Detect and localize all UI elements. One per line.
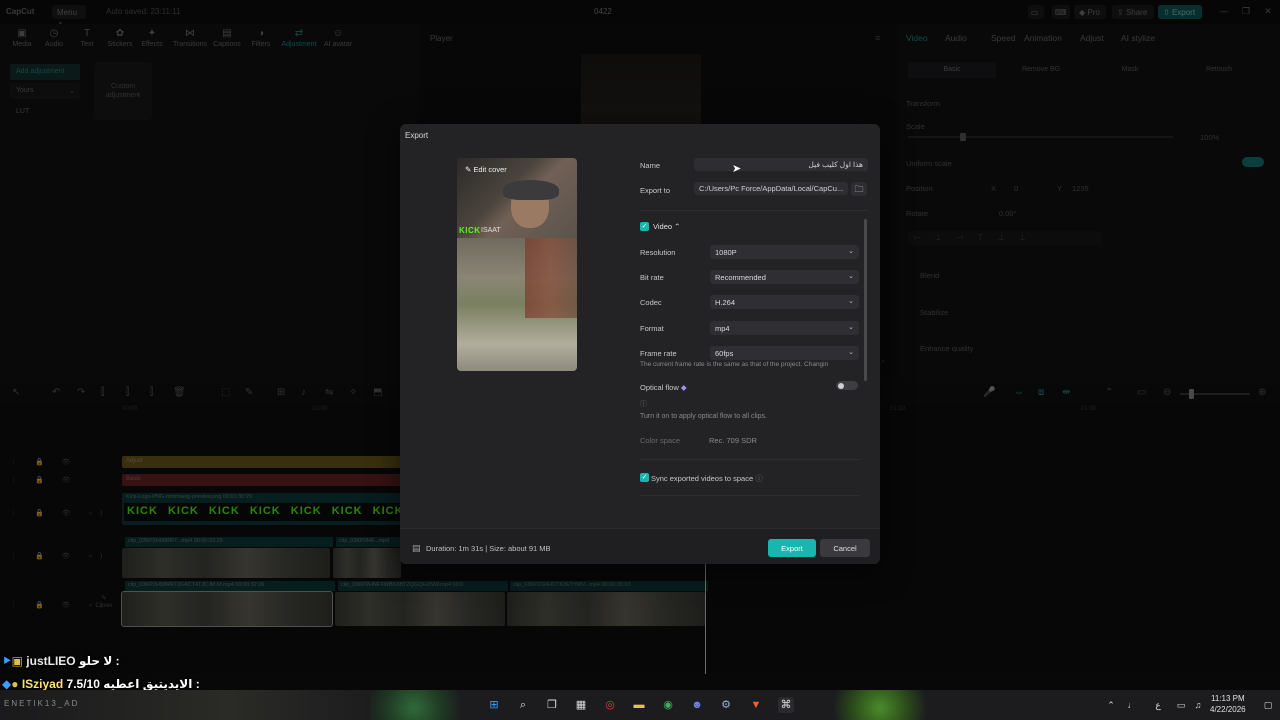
dialog-footer: ▤ Duration: 1m 31s | Size: about 91 MB E…: [400, 528, 880, 564]
divider: [640, 210, 868, 211]
chevron-down-icon: ⌄: [848, 248, 854, 255]
background-gameplay: [820, 690, 940, 720]
edit-cover-button[interactable]: ✎ Edit cover: [465, 165, 507, 174]
framerate-label: Frame rate: [640, 349, 677, 358]
film-icon: ▤: [412, 543, 421, 553]
cover-headset: [503, 180, 559, 200]
resolution-value: 1080P: [715, 248, 737, 257]
search-icon[interactable]: ⌕: [515, 697, 531, 713]
cover-wall: [525, 238, 577, 318]
sync-text: Sync exported videos to space: [651, 474, 754, 483]
sync-label: Sync exported videos to space ⓘ: [651, 473, 763, 484]
badge-icon: ●: [11, 677, 19, 691]
cancel-button[interactable]: Cancel: [820, 539, 870, 557]
export-to-label: Export to: [640, 186, 671, 195]
volume-icon[interactable]: ♫: [1190, 697, 1206, 713]
format-label: Format: [640, 324, 664, 333]
framerate-select[interactable]: 60fps ⌄: [710, 346, 859, 360]
help-icon[interactable]: ⓘ: [755, 474, 763, 483]
discord-icon[interactable]: ☻: [689, 697, 705, 713]
mouse-cursor-icon: ➤: [732, 163, 742, 175]
optical-flow-note: Turn it on to apply optical flow to all …: [640, 413, 767, 420]
chat-message: ◆● ISziyad الايديتيق اعطيه 7.5/10 :: [2, 677, 200, 691]
chat-username: justLIEO: [26, 654, 76, 668]
diamond-icon: ◆: [680, 383, 687, 392]
format-select[interactable]: mp4 ⌄: [710, 321, 859, 335]
chat-text: الايديتيق اعطيه 7.5/10 :: [66, 677, 200, 691]
optical-flow-text: Optical flow: [640, 383, 679, 392]
folder-icon[interactable]: 🗀: [851, 182, 867, 196]
steam-icon[interactable]: ⚙: [718, 697, 734, 713]
codec-label: Codec: [640, 298, 662, 307]
app-icon[interactable]: ◎: [602, 697, 618, 713]
dialog-scrollbar[interactable]: [864, 219, 867, 381]
cover-kick-logo: KICK: [459, 226, 481, 235]
notification-icon[interactable]: ▢: [1260, 697, 1276, 713]
bitrate-label: Bit rate: [640, 273, 664, 282]
video-label: Video: [653, 222, 673, 231]
pencil-icon: ✎: [465, 165, 472, 174]
info-icon[interactable]: ⓘ: [640, 399, 647, 409]
divider: [640, 459, 860, 460]
toggle-knob: [838, 382, 844, 389]
bitrate-select[interactable]: Recommended ⌄: [710, 270, 859, 284]
framerate-value: 60fps: [715, 349, 734, 358]
sync-checkbox[interactable]: ✓: [640, 473, 649, 482]
bitrate-value: Recommended: [715, 273, 766, 282]
chevron-down-icon: ⌄: [848, 324, 854, 331]
divider: [640, 495, 860, 496]
format-value: mp4: [715, 324, 730, 333]
optical-flow-toggle[interactable]: [836, 381, 858, 390]
export-button[interactable]: Export: [768, 539, 816, 557]
chat-message: ⯈▣ justLIEO لا حلو :: [2, 654, 120, 669]
edit-cover-label: Edit cover: [473, 165, 507, 174]
dialog-title: Export: [405, 131, 429, 140]
name-input[interactable]: هذا اول كليب فيل: [694, 158, 868, 171]
capcut-app: CapCut Menu ⌄ Auto saved: 23:11:11 0422 …: [0, 0, 1280, 720]
codec-select[interactable]: H.264 ⌄: [710, 295, 859, 309]
background-gameplay: [370, 690, 480, 720]
app-icon[interactable]: ▦: [573, 697, 589, 713]
color-space-value: Rec. 709 SDR: [709, 436, 757, 445]
windows-start-icon[interactable]: ⊞: [486, 697, 502, 713]
channel-watermark: ENETIK13_AD: [4, 699, 80, 708]
badge-icon: ⯈: [2, 654, 12, 668]
network-icon[interactable]: ▭: [1173, 697, 1189, 713]
task-view-icon[interactable]: ❐: [544, 697, 560, 713]
microphone-icon[interactable]: ♩: [1124, 697, 1140, 713]
file-explorer-icon[interactable]: ▬: [631, 697, 647, 713]
windows-taskbar: ENETIK13_AD ⊞ ⌕ ❐ ▦ ◎ ▬ ◉ ☻ ⚙ ▼ ⌘ ⌃ ♩ ع …: [0, 690, 1280, 720]
badge-icon: ▣: [11, 654, 23, 668]
cover-kick-name: ISAAT: [481, 227, 501, 234]
video-checkbox[interactable]: ✓: [640, 222, 649, 231]
system-clock[interactable]: 11:13 PM 4/22/2026: [1210, 693, 1246, 715]
chat-text: لا حلو :: [78, 654, 120, 668]
cover-preview[interactable]: KICK ISAAT ✎ Edit cover: [457, 158, 577, 371]
capcut-icon[interactable]: ⌘: [778, 697, 794, 713]
chrome-icon[interactable]: ◉: [660, 697, 676, 713]
video-section-label[interactable]: Video ⌃: [653, 222, 680, 231]
language-indicator[interactable]: ع: [1150, 697, 1166, 713]
resolution-select[interactable]: 1080P ⌄: [710, 245, 859, 259]
resolution-label: Resolution: [640, 248, 676, 257]
chevron-up-icon[interactable]: ⌃: [1103, 697, 1119, 713]
chevron-down-icon: ⌄: [848, 298, 854, 305]
badge-icon: ◆: [2, 677, 12, 691]
name-label: Name: [640, 161, 661, 170]
clock-date: 4/22/2026: [1210, 705, 1246, 714]
framerate-note: The current frame rate is the same as th…: [640, 361, 829, 368]
color-space-label: Color space: [640, 436, 681, 445]
chevron-down-icon: ⌄: [848, 349, 854, 356]
optical-flow-label: Optical flow ◆: [640, 383, 687, 392]
export-path-input[interactable]: C:/Users/Pc Force/AppData/Local/CapCu...: [694, 182, 848, 195]
clock-time: 11:13 PM: [1210, 694, 1245, 703]
duration-size-info: Duration: 1m 31s | Size: about 91 MB: [426, 544, 551, 553]
chat-username: ISziyad: [21, 677, 64, 691]
chevron-down-icon: ⌄: [848, 273, 854, 280]
codec-value: H.264: [715, 298, 736, 307]
brave-icon[interactable]: ▼: [748, 697, 764, 713]
export-dialog: Export KICK ISAAT ✎ Edit cover Name هذا …: [400, 124, 880, 564]
